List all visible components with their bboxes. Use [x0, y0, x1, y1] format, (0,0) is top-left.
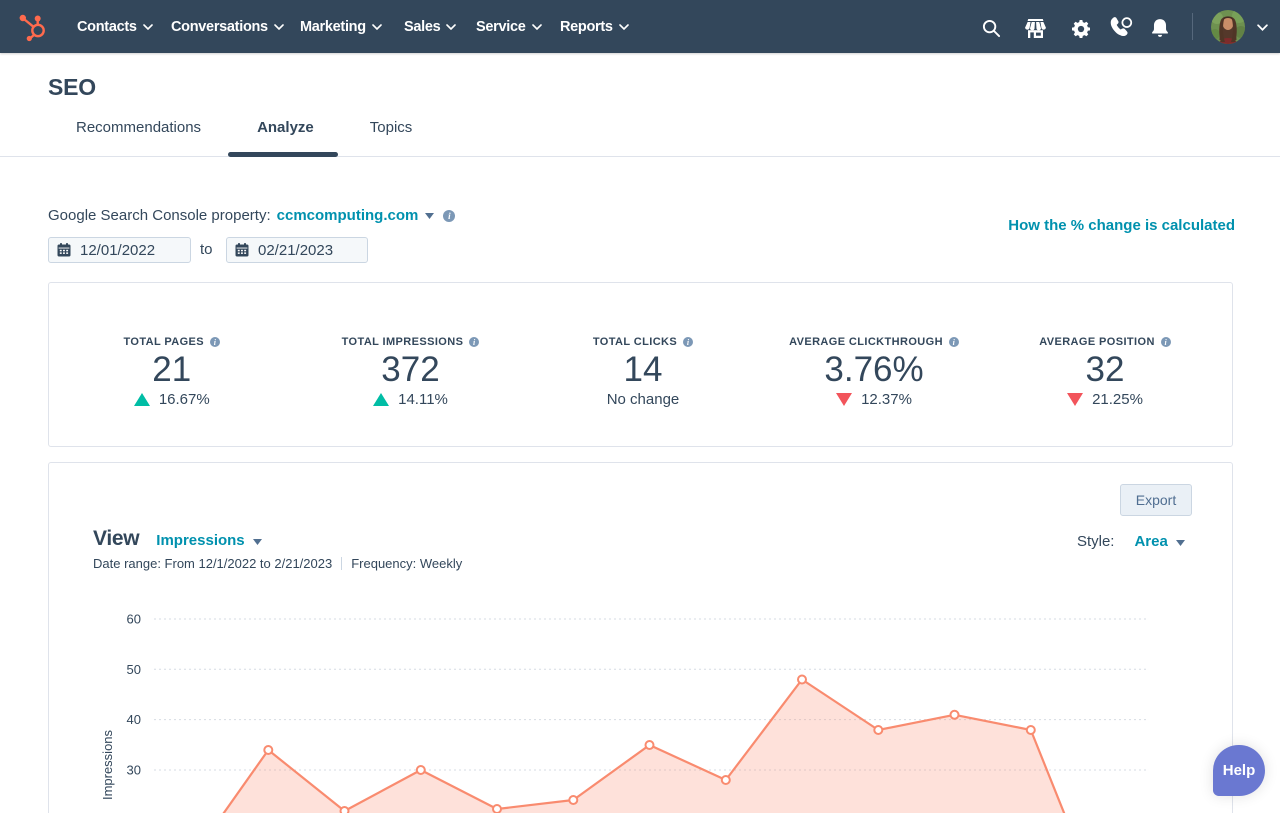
svg-text:Impressions: Impressions [100, 729, 115, 800]
svg-text:50: 50 [127, 662, 141, 677]
svg-text:30: 30 [127, 763, 141, 778]
svg-text:60: 60 [127, 612, 141, 627]
svg-text:40: 40 [127, 712, 141, 727]
